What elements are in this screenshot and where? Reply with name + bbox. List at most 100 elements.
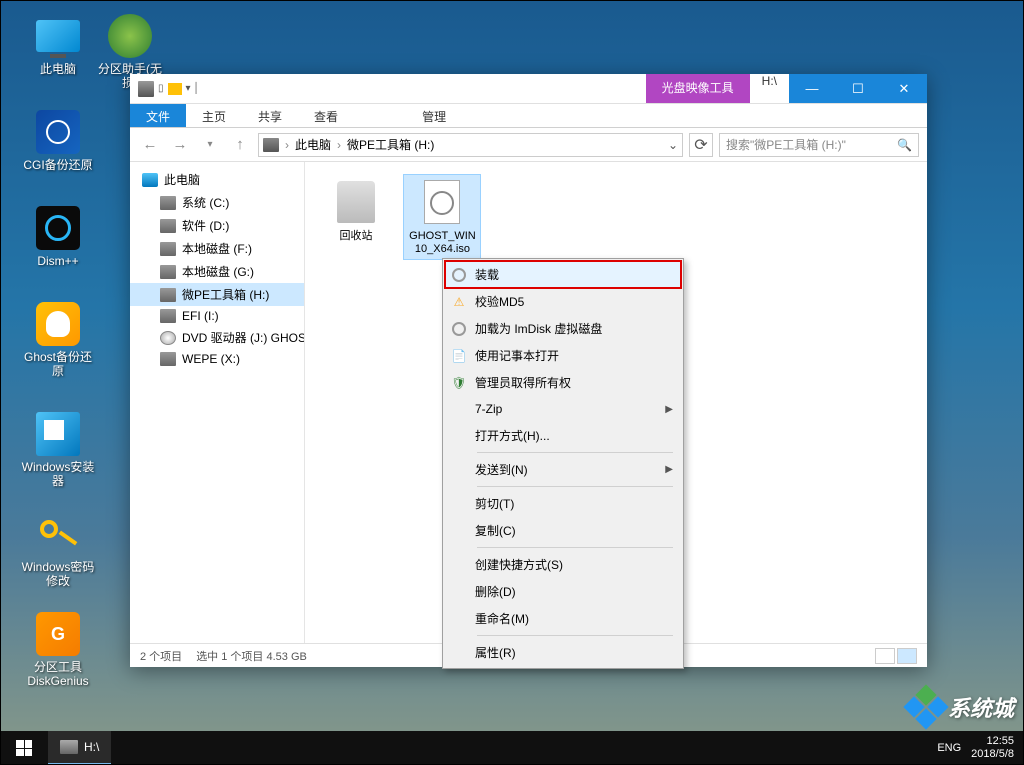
disc-icon bbox=[452, 268, 466, 282]
menu-separator bbox=[477, 547, 673, 548]
menu-rename[interactable]: 重命名(M) bbox=[445, 605, 681, 632]
partition-icon bbox=[108, 14, 152, 58]
status-selection: 选中 1 个项目 4.53 GB bbox=[196, 648, 307, 664]
search-input[interactable]: 搜索"微PE工具箱 (H:)" 🔍 bbox=[719, 133, 919, 157]
watermark: 系统城 bbox=[910, 691, 1014, 723]
menu-shortcut[interactable]: 创建快捷方式(S) bbox=[445, 551, 681, 578]
menu-separator bbox=[477, 635, 673, 636]
bc-path[interactable]: 微PE工具箱 (H:) bbox=[347, 136, 434, 153]
desktop-icon-wininst[interactable]: Windows安装器 bbox=[20, 410, 96, 488]
drive-icon bbox=[160, 265, 176, 279]
iso-icon bbox=[424, 180, 460, 224]
shield-icon: 🛡 bbox=[451, 375, 467, 391]
search-icon: 🔍 bbox=[897, 138, 912, 152]
contextual-tab[interactable]: 光盘映像工具 bbox=[646, 74, 750, 103]
up-button[interactable]: ↑ bbox=[228, 133, 252, 157]
menu-sendto[interactable]: 发送到(N)▶ bbox=[445, 456, 681, 483]
recycle-icon bbox=[337, 181, 375, 223]
menu-mount[interactable]: 装载 bbox=[445, 261, 681, 288]
taskbar: H:\ ENG 12:55 2018/5/8 bbox=[0, 731, 1024, 765]
file-recycle-bin[interactable]: 回收站 bbox=[317, 174, 395, 247]
dvd-icon bbox=[160, 331, 176, 345]
view-icons-button[interactable] bbox=[897, 648, 917, 664]
refresh-button[interactable]: ⟳ bbox=[689, 133, 713, 157]
monitor-icon bbox=[36, 20, 80, 52]
folder-icon bbox=[168, 83, 182, 95]
bc-root[interactable]: 此电脑 bbox=[295, 136, 331, 153]
key-icon bbox=[36, 512, 80, 556]
tree-item[interactable]: WEPE (X:) bbox=[130, 349, 304, 369]
menu-7zip[interactable]: 7-Zip▶ bbox=[445, 396, 681, 422]
window-title: H:\ bbox=[750, 74, 789, 103]
file-iso-selected[interactable]: GHOST_WIN10_X64.iso bbox=[403, 174, 481, 260]
dism-icon bbox=[36, 206, 80, 250]
menu-copy[interactable]: 复制(C) bbox=[445, 517, 681, 544]
tab-view[interactable]: 查看 bbox=[298, 104, 354, 127]
desktop-icon-this-pc[interactable]: 此电脑 bbox=[20, 12, 96, 76]
ime-indicator[interactable]: ENG bbox=[937, 742, 961, 754]
menu-properties[interactable]: 属性(R) bbox=[445, 639, 681, 666]
minimize-button[interactable]: — bbox=[789, 74, 835, 103]
system-tray[interactable]: ENG 12:55 2018/5/8 bbox=[927, 735, 1024, 761]
tree-item[interactable]: EFI (I:) bbox=[130, 306, 304, 326]
back-button[interactable]: ← bbox=[138, 133, 162, 157]
history-dropdown[interactable]: ▾ bbox=[198, 133, 222, 157]
close-button[interactable]: ✕ bbox=[881, 74, 927, 103]
drive-icon bbox=[160, 196, 176, 210]
menu-separator bbox=[477, 486, 673, 487]
desktop-icon-password[interactable]: Windows密码修改 bbox=[20, 510, 96, 588]
maximize-button[interactable]: ☐ bbox=[835, 74, 881, 103]
menu-openwith[interactable]: 打开方式(H)... bbox=[445, 422, 681, 449]
menu-admin[interactable]: 🛡管理员取得所有权 bbox=[445, 369, 681, 396]
chevron-right-icon: ▶ bbox=[665, 404, 673, 415]
desktop-icon-ghost[interactable]: Ghost备份还原 bbox=[20, 300, 96, 378]
warn-icon: ⚠ bbox=[451, 294, 467, 310]
navigation-pane[interactable]: 此电脑 系统 (C:) 软件 (D:) 本地磁盘 (F:) 本地磁盘 (G:) … bbox=[130, 162, 305, 643]
menu-notepad[interactable]: 📄使用记事本打开 bbox=[445, 342, 681, 369]
desktop-icon-diskgenius[interactable]: G分区工具DiskGenius bbox=[20, 610, 96, 688]
tab-home[interactable]: 主页 bbox=[186, 104, 242, 127]
tree-item[interactable]: 系统 (C:) bbox=[130, 191, 304, 214]
menu-imdisk[interactable]: 加载为 ImDisk 虚拟磁盘 bbox=[445, 315, 681, 342]
tab-manage[interactable]: 管理 bbox=[406, 104, 462, 127]
menu-separator bbox=[477, 452, 673, 453]
bc-dropdown[interactable]: ⌄ bbox=[668, 138, 678, 152]
forward-button[interactable]: → bbox=[168, 133, 192, 157]
status-count: 2 个项目 bbox=[140, 648, 182, 664]
desktop-icon-cgi[interactable]: CGI备份还原 bbox=[20, 108, 96, 172]
tab-file[interactable]: 文件 bbox=[130, 104, 186, 127]
drive-icon bbox=[160, 352, 176, 366]
tree-item-selected[interactable]: 微PE工具箱 (H:) bbox=[130, 283, 304, 306]
drive-icon bbox=[138, 81, 154, 97]
tab-share[interactable]: 共享 bbox=[242, 104, 298, 127]
notepad-icon: 📄 bbox=[451, 348, 467, 364]
drive-icon bbox=[160, 242, 176, 256]
drive-icon bbox=[263, 138, 279, 152]
drive-icon bbox=[160, 219, 176, 233]
start-button[interactable] bbox=[0, 731, 48, 765]
context-menu: 装载 ⚠校验MD5 加载为 ImDisk 虚拟磁盘 📄使用记事本打开 🛡管理员取… bbox=[442, 258, 684, 669]
drive-icon bbox=[60, 740, 78, 754]
search-placeholder: 搜索"微PE工具箱 (H:)" bbox=[726, 136, 846, 153]
ribbon: 文件 主页 共享 查看 管理 bbox=[130, 104, 927, 128]
ghost-icon bbox=[36, 302, 80, 346]
chevron-right-icon: ▶ bbox=[665, 464, 673, 475]
view-details-button[interactable] bbox=[875, 648, 895, 664]
menu-delete[interactable]: 删除(D) bbox=[445, 578, 681, 605]
watermark-logo bbox=[903, 684, 948, 729]
pc-icon bbox=[142, 173, 158, 187]
navbar: ← → ▾ ↑ › 此电脑 › 微PE工具箱 (H:) ⌄ ⟳ 搜索"微PE工具… bbox=[130, 128, 927, 162]
windows-icon bbox=[16, 740, 32, 756]
tree-item[interactable]: 软件 (D:) bbox=[130, 214, 304, 237]
menu-md5[interactable]: ⚠校验MD5 bbox=[445, 288, 681, 315]
tree-item[interactable]: DVD 驱动器 (J:) GHOST bbox=[130, 326, 304, 349]
taskbar-item-explorer[interactable]: H:\ bbox=[48, 731, 111, 765]
tree-item[interactable]: 本地磁盘 (F:) bbox=[130, 237, 304, 260]
titlebar[interactable]: ▯ ▾ │ 光盘映像工具 H:\ — ☐ ✕ bbox=[130, 74, 927, 104]
tree-item[interactable]: 本地磁盘 (G:) bbox=[130, 260, 304, 283]
breadcrumb[interactable]: › 此电脑 › 微PE工具箱 (H:) ⌄ bbox=[258, 133, 683, 157]
tree-root[interactable]: 此电脑 bbox=[130, 168, 304, 191]
clock[interactable]: 12:55 2018/5/8 bbox=[971, 735, 1014, 761]
menu-cut[interactable]: 剪切(T) bbox=[445, 490, 681, 517]
desktop-icon-dism[interactable]: Dism++ bbox=[20, 204, 96, 268]
